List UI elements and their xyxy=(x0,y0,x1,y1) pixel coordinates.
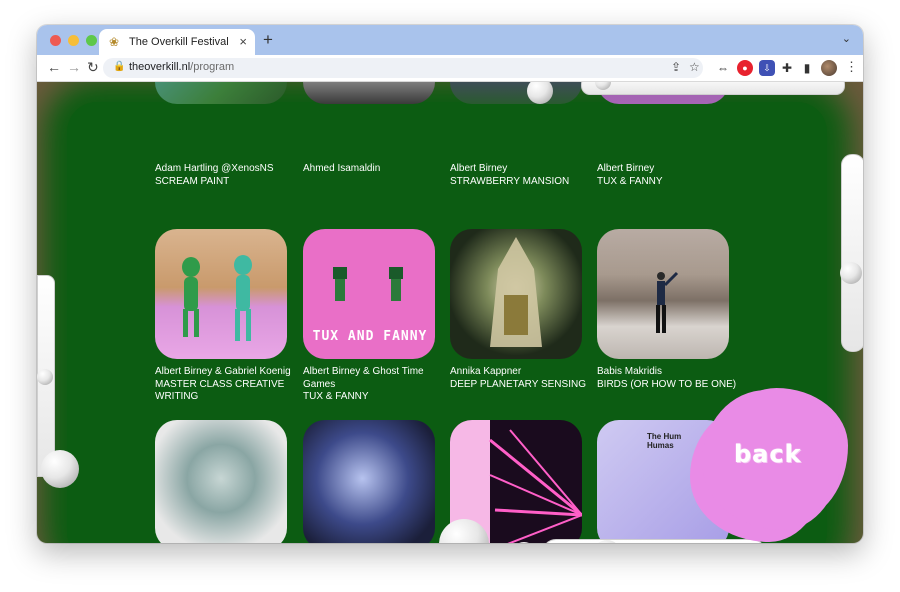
artist-name: Albert Birney xyxy=(597,163,655,174)
new-tab-button[interactable]: + xyxy=(263,30,273,50)
page-content: Adam Hartling @XenosNS SCREAM PAINT Ahme… xyxy=(37,82,863,543)
program-title: STRAWBERRY MANSION xyxy=(450,175,570,187)
program-caption: Annika Kappner DEEP PLANETARY SENSING xyxy=(450,366,590,391)
browser-toolbar: ← → ↻ 🔒 theoverkill.nl/program ⇪ ☆ ⇔ ● ⇩… xyxy=(37,55,863,82)
program-title: BIRDS (OR HOW TO BE ONE) xyxy=(597,378,737,390)
program-title: TUX & FANNY xyxy=(303,391,369,402)
artist-name: Albert Birney & Ghost Time Games xyxy=(303,366,424,390)
program-caption: Albert Birney & Ghost Time Games TUX & F… xyxy=(303,366,443,404)
back-button-label[interactable]: back xyxy=(734,440,802,468)
program-title: TUX & FANNY xyxy=(597,175,663,187)
artist-name: Annika Kappner xyxy=(450,366,522,377)
tab-title: The Overkill Festival xyxy=(129,36,229,48)
green-figures-image xyxy=(182,255,252,341)
minimize-window-button[interactable] xyxy=(68,35,79,46)
program-caption: Albert Birney STRAWBERRY MANSION xyxy=(450,163,590,188)
extension-code-icon[interactable]: ⇔ xyxy=(715,60,731,76)
adblock-extension-icon[interactable]: ● xyxy=(737,60,753,76)
program-caption: Babis Makridis BIRDS (OR HOW TO BE ONE) xyxy=(597,366,737,391)
scream-paint-thumbnail[interactable] xyxy=(155,82,287,104)
bottom-pill-decoration xyxy=(542,539,766,543)
master-class-thumbnail[interactable] xyxy=(155,229,287,359)
address-bar[interactable]: 🔒 theoverkill.nl/program ⇪ ☆ xyxy=(103,58,703,78)
festival-favicon-icon: ❀ xyxy=(109,35,120,49)
forward-arrow-icon[interactable]: → xyxy=(67,59,81,75)
artist-name: Babis Makridis xyxy=(597,366,663,377)
program-title: DEEP PLANETARY SENSING xyxy=(450,378,586,390)
download-extension-icon[interactable]: ⇩ xyxy=(759,60,775,76)
the-hum-thumb-text: The Hum Humas xyxy=(647,432,682,450)
sidebar-icon[interactable]: ▮ xyxy=(799,60,815,76)
man-on-pier-image xyxy=(656,271,679,333)
strawberry-mansion-thumbnail[interactable] xyxy=(450,82,582,104)
birds-thumbnail[interactable] xyxy=(597,229,729,359)
ahmed-isamaldin-thumbnail[interactable] xyxy=(303,82,435,104)
program-caption: Albert Birney TUX & FANNY xyxy=(597,163,737,188)
artist-name: Albert Birney & Gabriel Koenig xyxy=(155,366,291,377)
program-title: MASTER CLASS CREATIVE WRITING xyxy=(155,378,285,403)
left-ball-decoration xyxy=(41,450,79,488)
close-window-button[interactable] xyxy=(50,35,61,46)
tux-and-fanny-thumb-text: TUX AND FANNY xyxy=(312,329,428,344)
artist-name: Adam Hartling @XenosNS xyxy=(155,163,274,174)
bookmark-star-icon[interactable]: ☆ xyxy=(689,60,700,74)
face-portrait-thumbnail[interactable] xyxy=(155,420,287,543)
tab-strip: ❀ The Overkill Festival × + ⌄ xyxy=(37,25,863,55)
tux-and-fanny-game-thumbnail[interactable]: TUX AND FANNY xyxy=(303,229,435,359)
right-pill-decoration xyxy=(841,154,863,352)
url-text: theoverkill.nl/program xyxy=(129,61,234,73)
browser-window: ❀ The Overkill Festival × + ⌄ ← → ↻ 🔒 th… xyxy=(37,25,863,543)
puzzle-extensions-icon[interactable]: ✚ xyxy=(779,60,795,76)
kebab-menu-icon[interactable]: ⋮ xyxy=(845,59,858,75)
maximize-window-button[interactable] xyxy=(86,35,97,46)
tab-overkill-festival[interactable]: ❀ The Overkill Festival × xyxy=(99,29,255,55)
share-icon[interactable]: ⇪ xyxy=(671,60,681,74)
blue-figures-thumbnail[interactable] xyxy=(303,420,435,543)
reload-icon[interactable]: ↻ xyxy=(87,59,99,76)
back-arrow-icon[interactable]: ← xyxy=(47,59,61,75)
deep-planetary-sensing-thumbnail[interactable] xyxy=(450,229,582,359)
right-ball-decoration xyxy=(840,262,862,284)
artist-name: Ahmed Isamaldin xyxy=(303,163,381,174)
program-caption: Albert Birney & Gabriel Koenig MASTER CL… xyxy=(155,366,295,404)
artist-name: Albert Birney xyxy=(450,163,508,174)
tab-close-icon[interactable]: × xyxy=(239,34,247,49)
url-path: /program xyxy=(190,61,235,73)
tab-search-chevron-icon[interactable]: ⌄ xyxy=(842,32,851,45)
shrouded-figure-image xyxy=(490,237,542,347)
program-caption: Adam Hartling @XenosNS SCREAM PAINT xyxy=(155,163,295,188)
program-caption: Ahmed Isamaldin xyxy=(303,163,443,176)
program-grid: Adam Hartling @XenosNS SCREAM PAINT Ahme… xyxy=(155,82,755,543)
lock-icon: 🔒 xyxy=(113,61,126,72)
program-title: SCREAM PAINT xyxy=(155,175,230,187)
url-domain: theoverkill.nl xyxy=(129,61,191,73)
top-pill-decoration xyxy=(581,82,845,95)
profile-avatar[interactable] xyxy=(821,60,837,76)
left-small-ball-decoration xyxy=(37,369,53,385)
